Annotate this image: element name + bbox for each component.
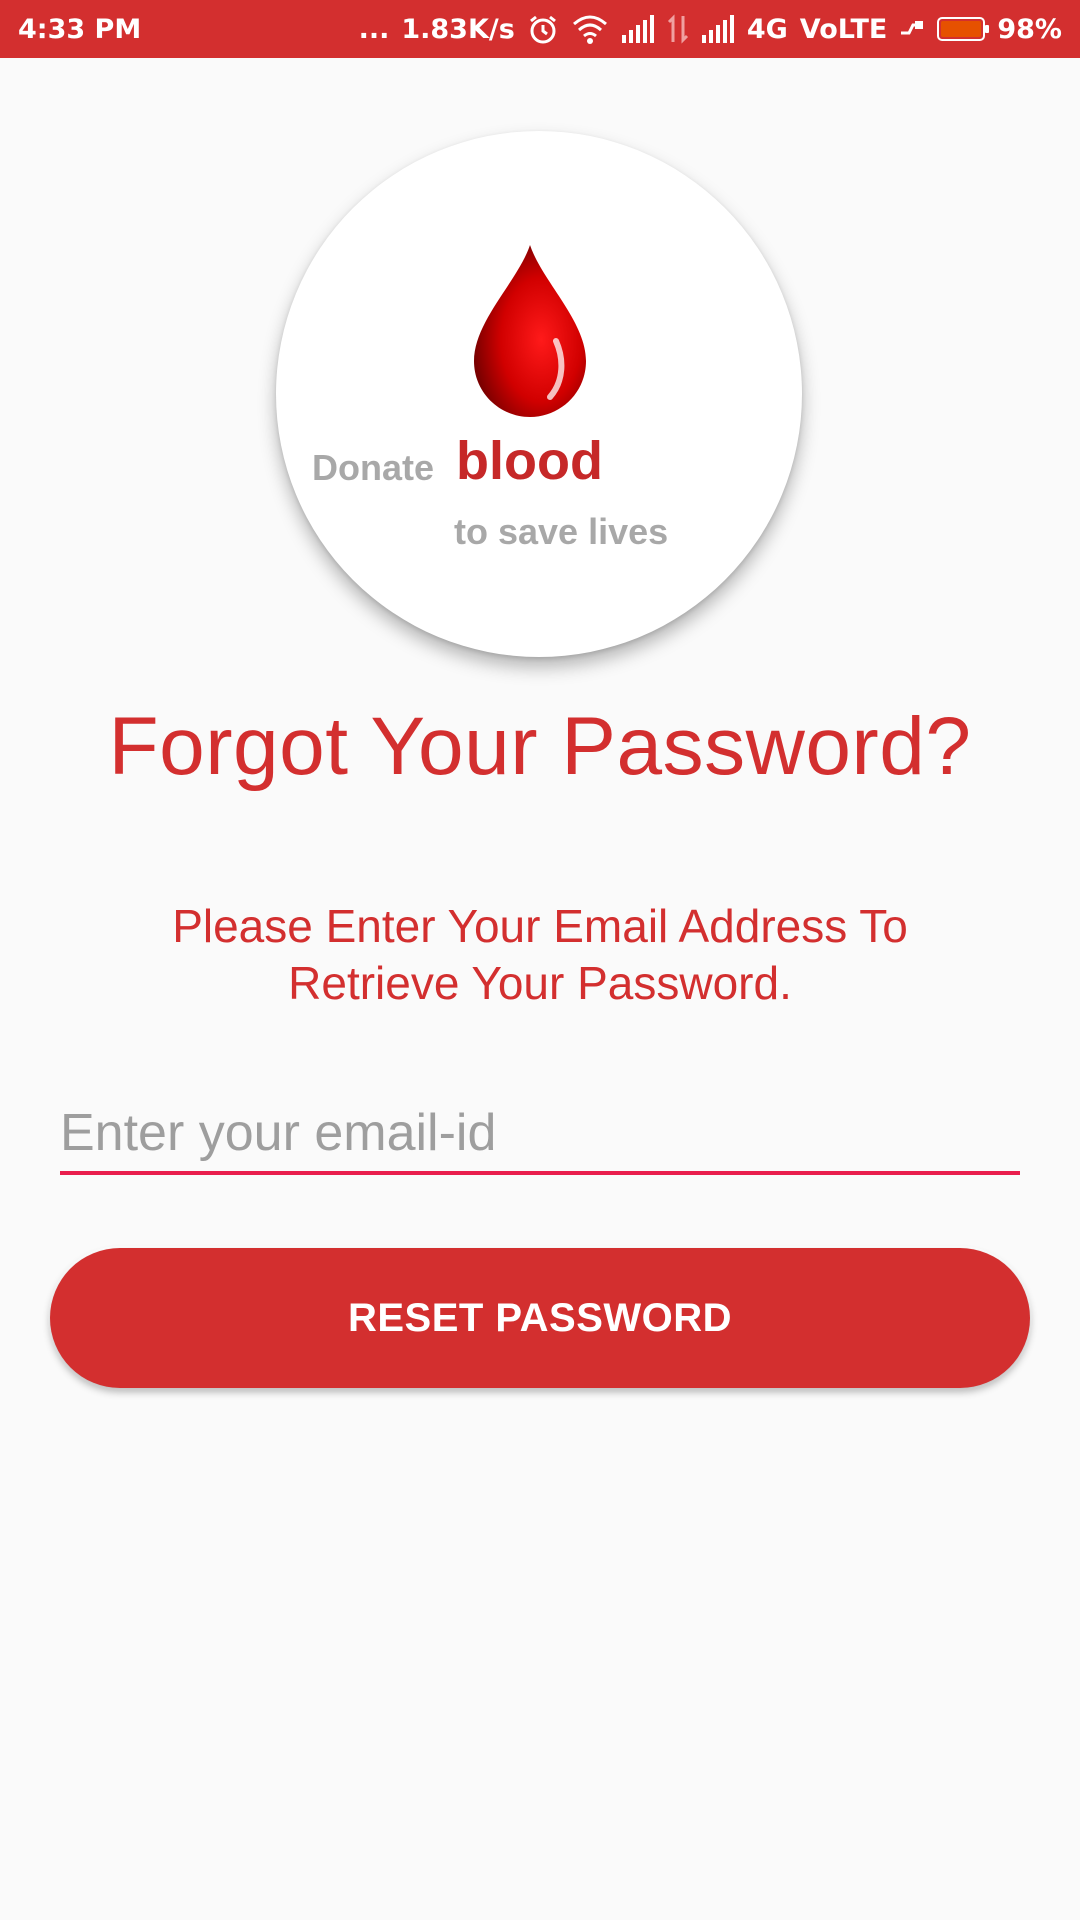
logo-donate-text: Donate bbox=[312, 447, 435, 488]
network-speed: 1.83K/s bbox=[401, 13, 515, 45]
email-field[interactable] bbox=[60, 1095, 1020, 1175]
status-dots: ... bbox=[358, 13, 390, 45]
status-bar: 4:33 PM ... 1.83K/s 4G VoLTE 98% bbox=[0, 0, 1080, 58]
page-title: Forgot Your Password? bbox=[108, 701, 972, 792]
instructions-line-1: Please Enter Your Email Address To bbox=[172, 900, 908, 952]
battery-percent: 98% bbox=[997, 13, 1062, 45]
signal-icon bbox=[621, 15, 655, 43]
logo-tagline: to save lives bbox=[454, 511, 669, 552]
battery-level-fill bbox=[941, 21, 981, 37]
charging-icon bbox=[899, 19, 925, 39]
network-type: 4G bbox=[746, 13, 788, 45]
volte-label: VoLTE bbox=[799, 13, 888, 45]
wifi-icon bbox=[571, 13, 609, 45]
instructions-line-2: Retrieve Your Password. bbox=[288, 957, 792, 1009]
battery-icon bbox=[937, 17, 990, 41]
alarm-icon bbox=[527, 13, 559, 45]
instructions-text: Please Enter Your Email Address To Retri… bbox=[120, 898, 960, 1012]
reset-password-button[interactable]: RESET PASSWORD bbox=[50, 1248, 1030, 1388]
data-arrows-icon bbox=[667, 14, 689, 44]
app-logo: Donate blood to save lives bbox=[276, 131, 802, 657]
blood-drop-icon bbox=[474, 245, 586, 417]
status-time: 4:33 PM bbox=[18, 13, 142, 45]
signal-icon bbox=[701, 15, 735, 43]
logo-blood-text: blood bbox=[456, 431, 603, 491]
